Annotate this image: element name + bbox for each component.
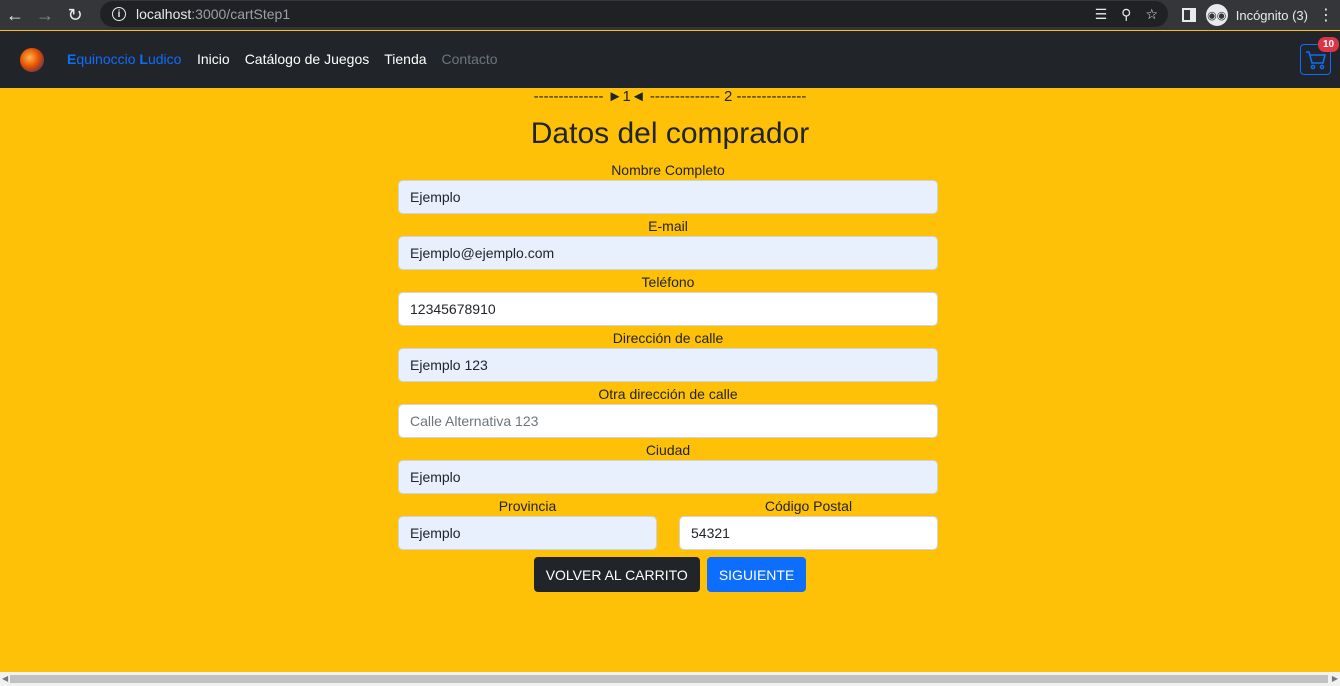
next-button[interactable]: SIGUIENTE xyxy=(706,557,807,592)
provincia-input[interactable] xyxy=(398,516,657,550)
bookmark-star-icon[interactable]: ☆ xyxy=(1145,6,1158,23)
nombre-label: Nombre Completo xyxy=(611,162,725,178)
direccion2-label: Otra dirección de calle xyxy=(598,386,738,402)
checkout-stepper: -------------- ►1◄ -------------- 2 ----… xyxy=(533,88,807,105)
reload-icon[interactable]: ↻ xyxy=(60,0,90,30)
page-title: Datos del comprador xyxy=(530,117,810,150)
brand-initial-e: E xyxy=(67,51,77,67)
browser-toolbar: ← → ↻ i localhost:3000/cartStep1 ☰ ⚲ ☆ ◉… xyxy=(0,0,1340,30)
telefono-label: Teléfono xyxy=(641,274,695,290)
cart-icon xyxy=(1305,50,1326,69)
direccion2-input[interactable] xyxy=(398,404,938,438)
nav-link-inicio[interactable]: Inicio xyxy=(197,51,230,67)
nombre-input[interactable] xyxy=(398,180,938,214)
profile-label: Incógnito (3) xyxy=(1235,7,1308,23)
zoom-icon[interactable]: ⚲ xyxy=(1121,6,1131,23)
scroll-right-arrow-icon[interactable]: ▶ xyxy=(1332,674,1338,683)
menu-kebab-icon[interactable]: ⋮ xyxy=(1318,5,1334,25)
url-host: localhost xyxy=(136,6,192,22)
cart-count-badge: 10 xyxy=(1318,37,1340,52)
ciudad-input[interactable] xyxy=(398,460,938,494)
email-label: E-mail xyxy=(648,218,688,234)
ciudad-label: Ciudad xyxy=(645,442,691,458)
nav-link-contacto[interactable]: Contacto xyxy=(442,51,498,67)
brand-logo[interactable] xyxy=(20,48,44,72)
site-navbar: Equinoccio Ludico Inicio Catálogo de Jue… xyxy=(0,31,1340,88)
address-bar[interactable]: i localhost:3000/cartStep1 ☰ ⚲ ☆ xyxy=(100,1,1168,27)
forward-arrow-icon[interactable]: → xyxy=(30,0,60,30)
incognito-profile-button[interactable]: ◉◉ Incógnito (3) xyxy=(1205,4,1308,26)
brand-name-link[interactable]: Equinoccio Ludico xyxy=(67,51,181,67)
codigo-postal-input[interactable] xyxy=(679,516,938,550)
brand-word-2: udico xyxy=(147,51,182,67)
scroll-left-arrow-icon[interactable]: ◀ xyxy=(2,674,8,683)
url-path: :3000/cartStep1 xyxy=(191,6,291,22)
brand-initial-l: L xyxy=(139,51,148,67)
form-actions: VOLVER AL CARRITO SIGUIENTE xyxy=(0,557,1340,592)
horizontal-scrollbar[interactable]: ◀ ▶ xyxy=(0,672,1340,686)
side-panel-icon[interactable] xyxy=(1181,8,1196,22)
codigo-postal-label: Código Postal xyxy=(764,498,853,514)
buyer-form: Nombre Completo E-mail Teléfono Direcció… xyxy=(398,160,938,552)
direccion-input[interactable] xyxy=(398,348,938,382)
scrollbar-thumb[interactable] xyxy=(10,675,1328,683)
nav-link-tienda[interactable]: Tienda xyxy=(384,51,426,67)
brand-word-1: quinoccio xyxy=(76,51,140,67)
nav-link-catalogo[interactable]: Catálogo de Juegos xyxy=(245,51,370,67)
back-to-cart-button[interactable]: VOLVER AL CARRITO xyxy=(533,557,700,592)
back-arrow-icon[interactable]: ← xyxy=(0,0,30,30)
provincia-label: Provincia xyxy=(498,498,557,514)
telefono-input[interactable] xyxy=(398,292,938,326)
translate-icon[interactable]: ☰ xyxy=(1095,6,1108,23)
site-info-icon[interactable]: i xyxy=(112,7,126,21)
incognito-icon: ◉◉ xyxy=(1205,4,1228,26)
email-input[interactable] xyxy=(398,236,938,270)
direccion-label: Dirección de calle xyxy=(612,330,724,346)
